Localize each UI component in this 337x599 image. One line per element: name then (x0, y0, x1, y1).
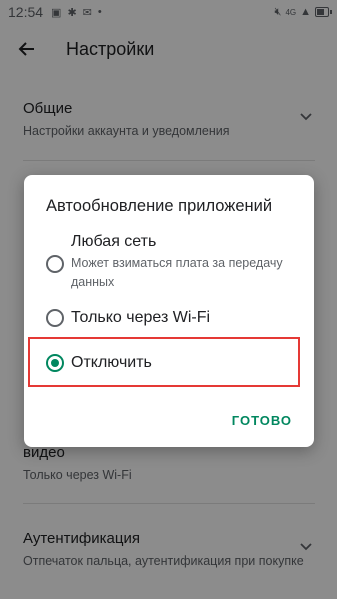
auto-update-dialog: Автообновление приложений Любая сеть Мож… (24, 175, 314, 447)
option-label: Любая сеть (71, 233, 157, 250)
option-any-network[interactable]: Любая сеть Может взиматься плата за пере… (46, 233, 304, 292)
done-button[interactable]: ГОТОВО (232, 413, 292, 428)
option-label: Только через Wi-Fi (71, 309, 211, 326)
option-wifi-only[interactable]: Только через Wi-Fi (46, 309, 304, 327)
radio-unchecked-icon[interactable] (46, 309, 64, 327)
option-description: Может взиматься плата за передачу данных (71, 256, 283, 289)
highlight-box (28, 337, 300, 387)
radio-unchecked-icon[interactable] (46, 255, 64, 273)
dialog-title: Автообновление приложений (46, 197, 273, 215)
